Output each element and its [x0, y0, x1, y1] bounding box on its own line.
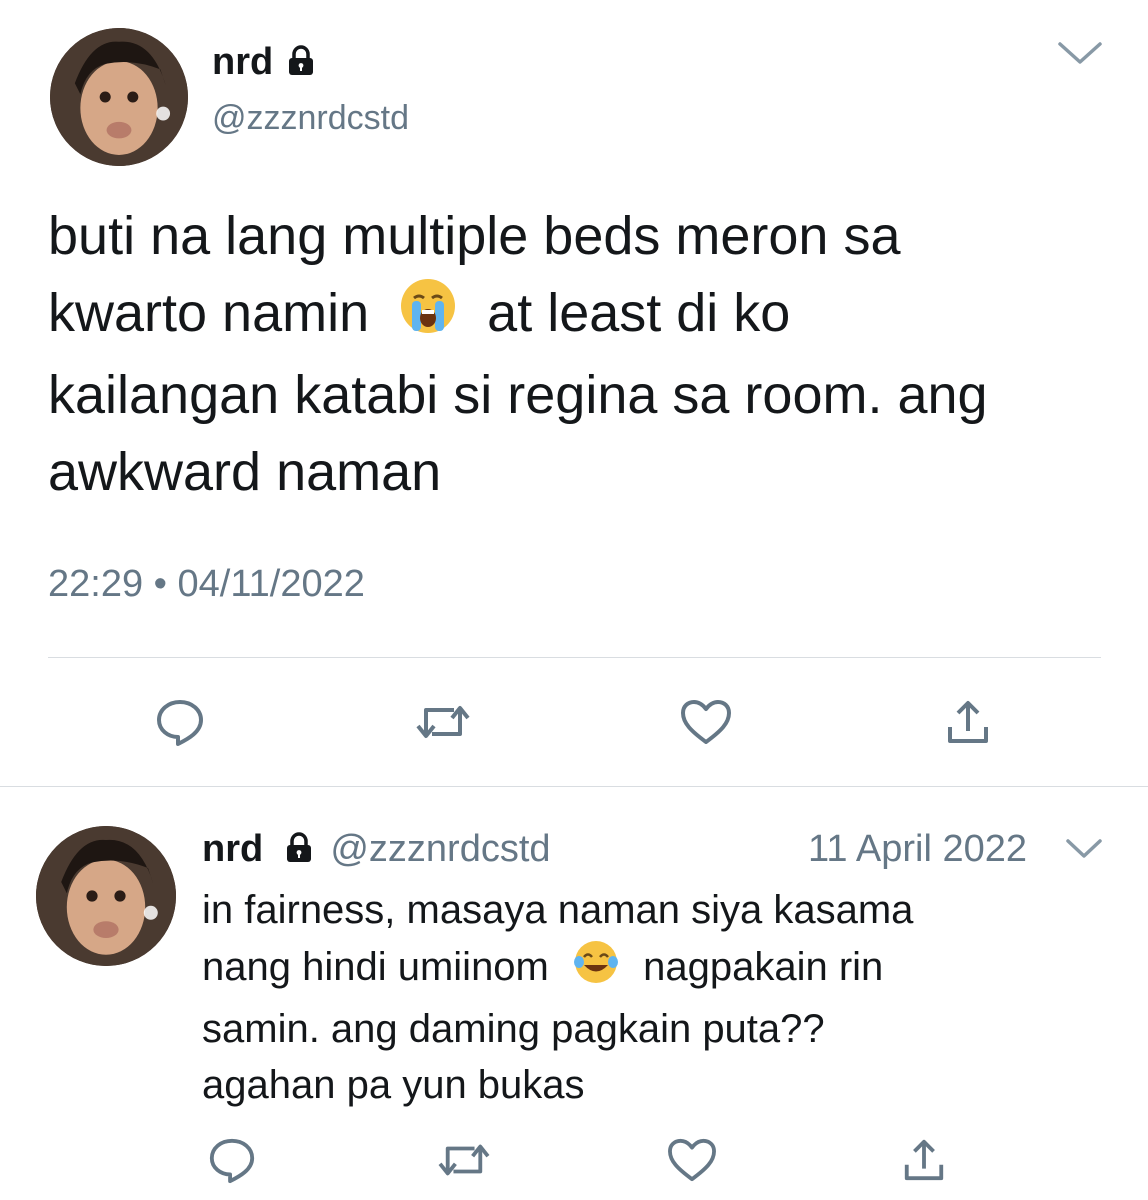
tweet-text: buti na lang multiple beds meron sa kwar…	[48, 198, 1128, 511]
display-name[interactable]: nrd	[212, 41, 273, 83]
retweet-icon[interactable]	[413, 692, 473, 752]
reply-line: samin. ang daming pagkain puta??	[202, 1007, 825, 1051]
reply-text: in fairness, masaya naman siya kasama na…	[202, 882, 1132, 1113]
avatar[interactable]	[50, 28, 188, 166]
chevron-down-icon[interactable]	[1064, 836, 1104, 867]
retweet-icon[interactable]	[434, 1130, 494, 1190]
tweet-line: kwarto namin at least di ko	[48, 275, 1128, 357]
tweet-separator	[0, 786, 1148, 787]
reply-line: agahan pa yun bukas	[202, 1063, 585, 1107]
tweet-line: buti na lang multiple beds meron sa	[48, 206, 901, 266]
reply-line-part: nang hindi umiinom	[202, 945, 549, 990]
share-icon[interactable]	[894, 1130, 954, 1190]
reply-icon[interactable]	[150, 692, 210, 752]
handle[interactable]: @zzznrdcstd	[212, 98, 409, 138]
like-icon[interactable]	[662, 1130, 722, 1190]
face-with-tears-of-joy-icon	[572, 938, 620, 1001]
chevron-down-icon[interactable]	[1056, 38, 1104, 73]
reply-line-part: nagpakain rin	[643, 945, 884, 990]
reply-line: in fairness, masaya naman siya kasama	[202, 888, 914, 932]
tweet-line-part: at least di ko	[487, 283, 791, 343]
like-icon[interactable]	[676, 692, 736, 752]
timestamp[interactable]: 22:29 • 04/11/2022	[48, 562, 365, 606]
lock-icon	[286, 42, 316, 86]
reply-handle[interactable]: @zzznrdcstd	[330, 828, 550, 870]
tweet-line-part: kwarto namin	[48, 283, 370, 343]
reply-line: nang hindi umiinom nagpakain rin	[202, 938, 1132, 1001]
divider	[48, 657, 1101, 658]
share-icon[interactable]	[938, 692, 998, 752]
reply-date[interactable]: 11 April 2022	[808, 826, 1027, 872]
loudly-crying-face-icon	[398, 276, 458, 357]
reply-avatar[interactable]	[36, 826, 176, 966]
reply-icon[interactable]	[202, 1130, 262, 1190]
lock-icon	[284, 828, 314, 874]
tweet-line: awkward naman	[48, 442, 442, 503]
reply-display-name[interactable]: nrd	[202, 828, 263, 870]
tweet-line: kailangan katabi si regina sa room. ang	[48, 365, 988, 426]
